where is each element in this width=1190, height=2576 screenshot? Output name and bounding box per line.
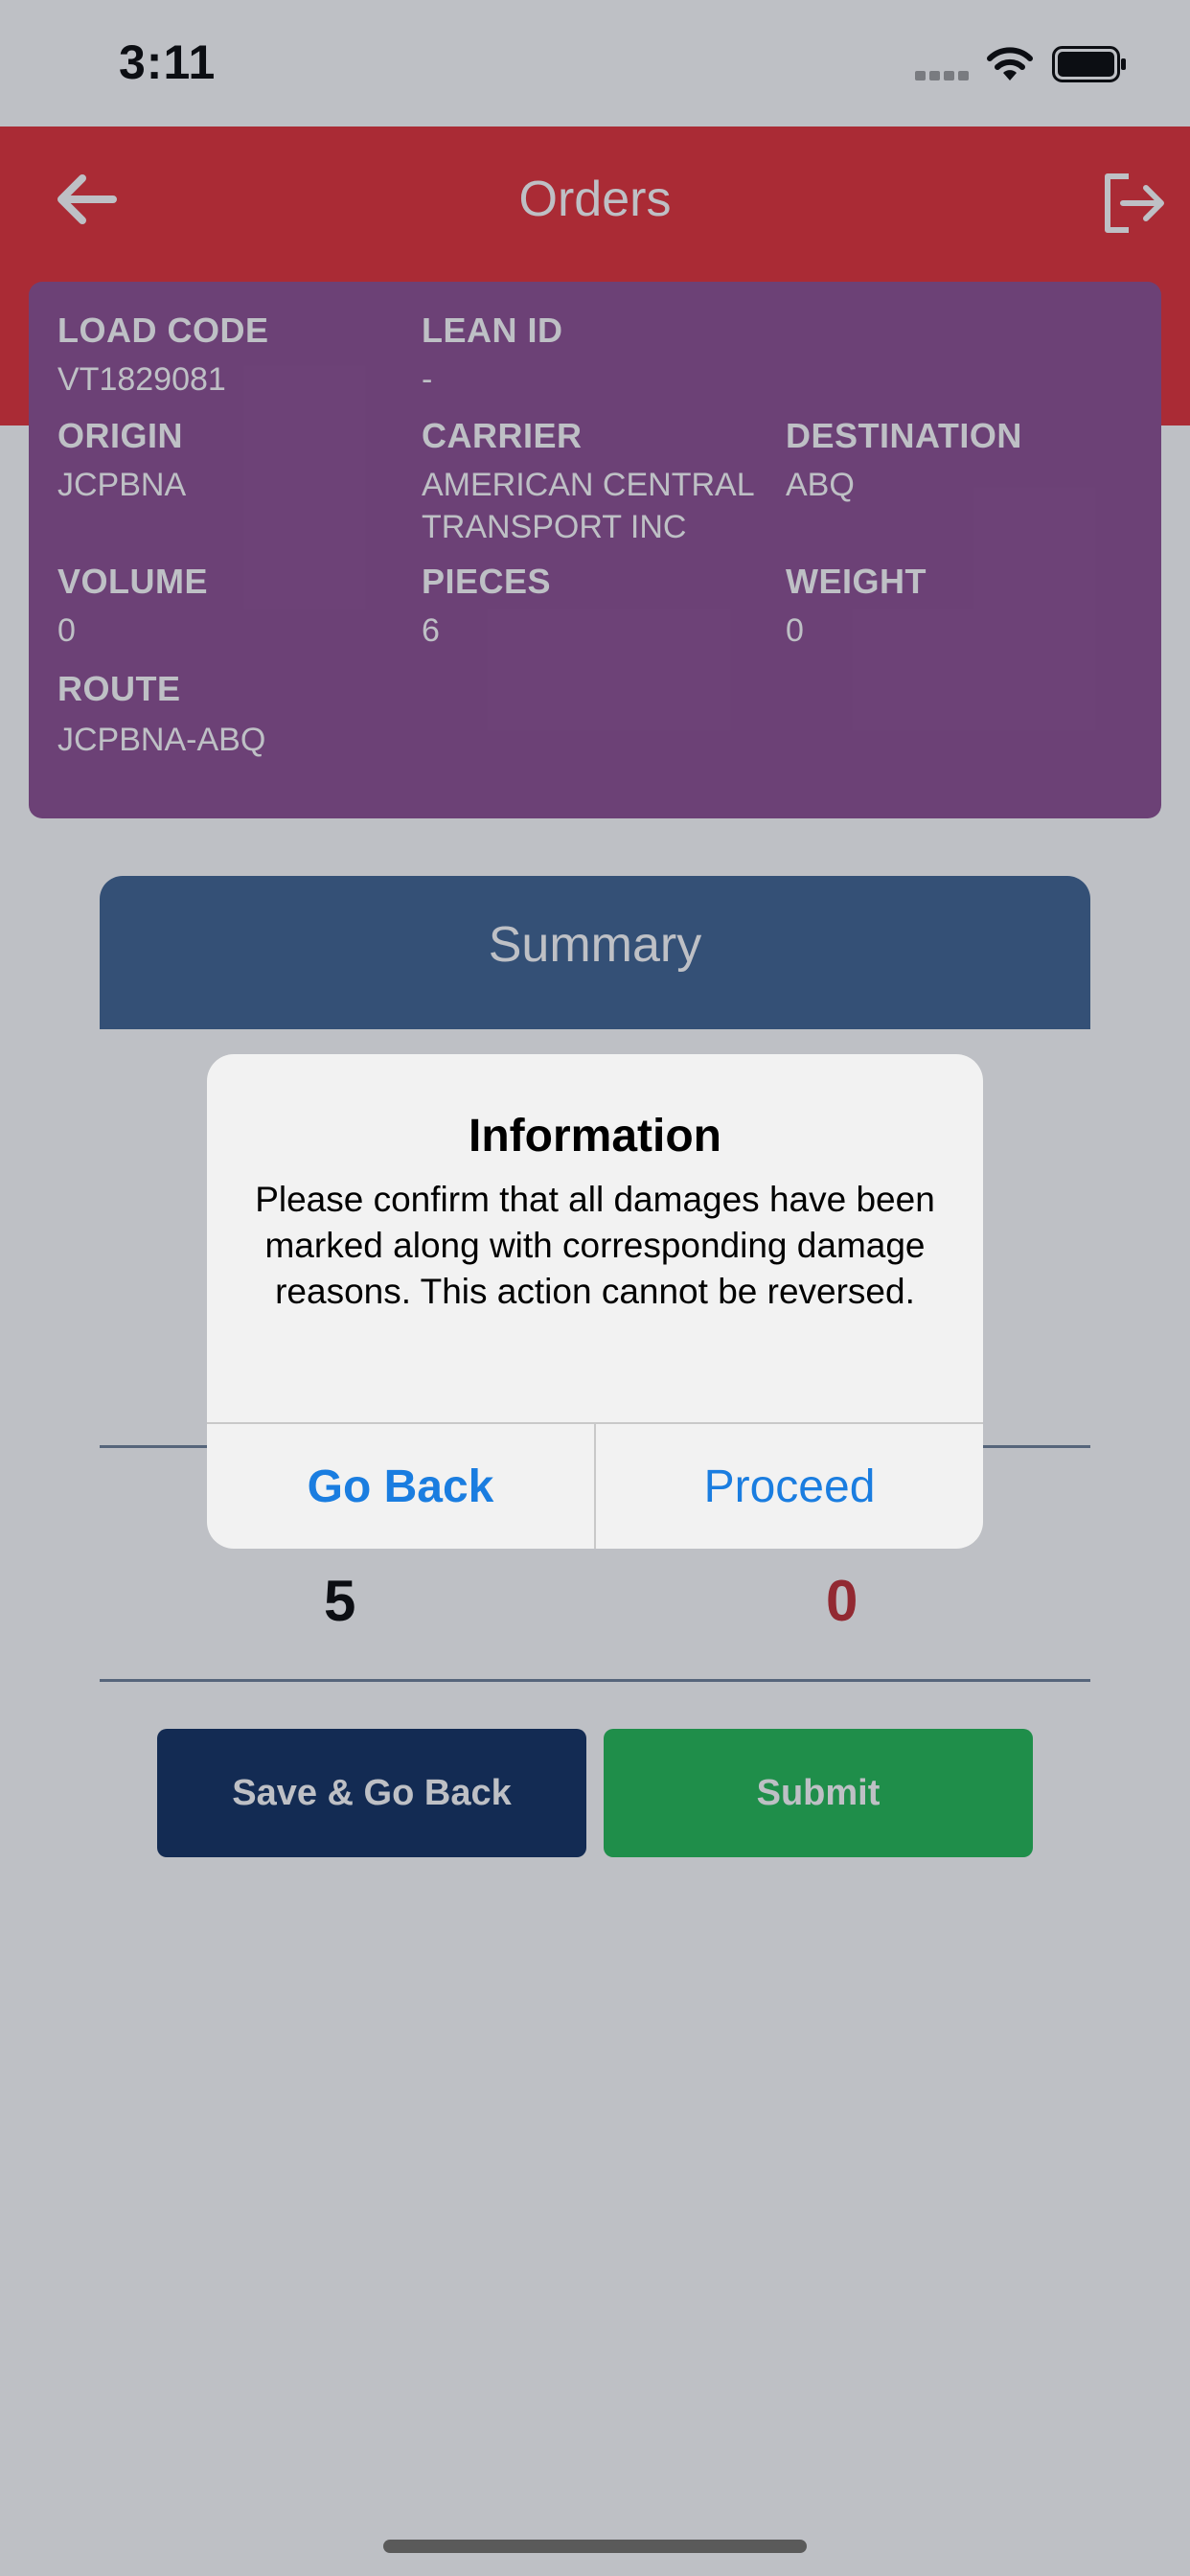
- home-indicator: [383, 2540, 807, 2553]
- dialog-message: Please confirm that all damages have bee…: [255, 1180, 935, 1311]
- dialog-title: Information: [469, 1111, 721, 1162]
- information-dialog: Information Please confirm that all dama…: [207, 1054, 983, 1549]
- proceed-button[interactable]: Proceed: [596, 1424, 983, 1549]
- go-back-button[interactable]: Go Back: [207, 1424, 594, 1549]
